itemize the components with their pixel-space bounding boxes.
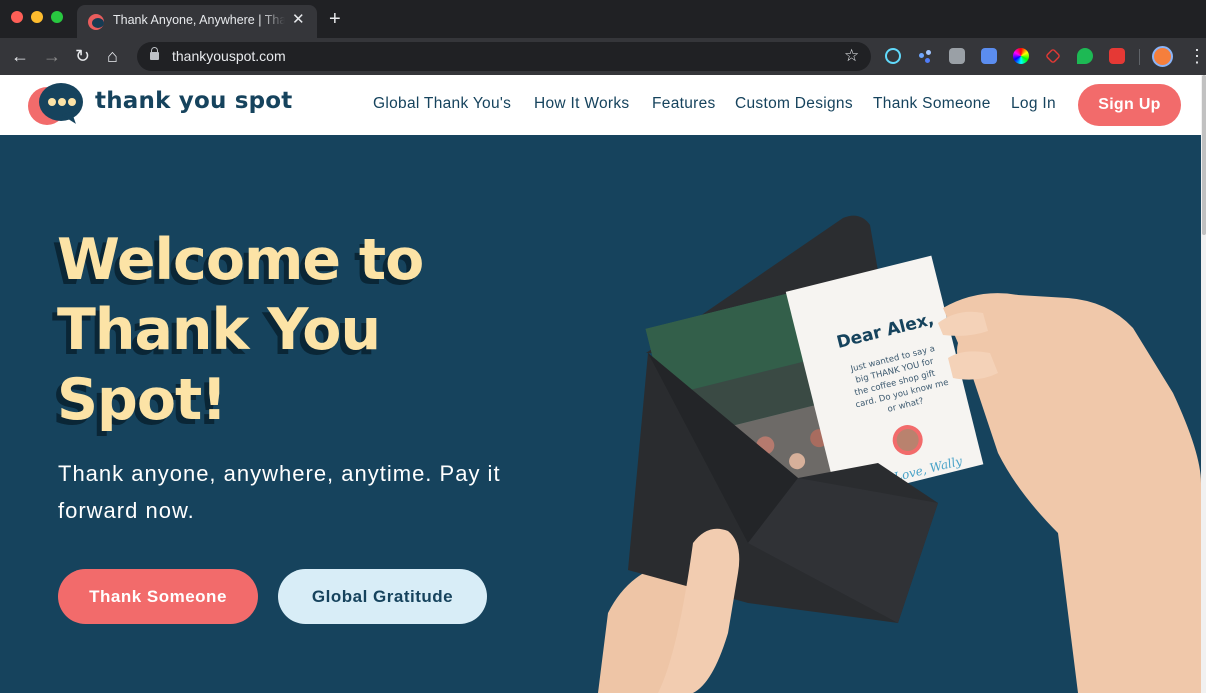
url-text[interactable]: thankyouspot.com [172, 48, 286, 64]
hero-card-envelope-illustration: Dear Alex, Just wanted to say a big THAN… [598, 215, 1201, 693]
close-window-button[interactable] [11, 11, 23, 23]
logo-text[interactable]: thank you spot [95, 88, 293, 114]
global-gratitude-button[interactable]: Global Gratitude [278, 569, 487, 624]
reload-icon[interactable]: ↻ [75, 45, 90, 67]
tab-close-icon[interactable]: ✕ [292, 11, 305, 29]
nav-how-it-works[interactable]: How It Works [534, 95, 629, 113]
at-sign-extension-icon[interactable] [949, 48, 965, 64]
sign-up-button[interactable]: Sign Up [1078, 84, 1181, 126]
hero-subtitle: Thank anyone, anywhere, anytime. Pay it … [58, 461, 501, 523]
minimize-window-button[interactable] [31, 11, 43, 23]
forward-arrow-icon[interactable]: → [43, 45, 61, 67]
hero-title-line: Welcome to [57, 227, 424, 293]
new-tab-button[interactable]: + [329, 8, 341, 30]
back-arrow-icon[interactable]: ← [11, 45, 29, 67]
site-header: thank you spot Global Thank You's How It… [0, 75, 1201, 135]
note-extension-icon[interactable] [981, 48, 997, 64]
address-bar[interactable]: thankyouspot.com ☆ [137, 42, 871, 71]
heart-extension-icon[interactable] [1045, 48, 1061, 64]
nav-thank-someone[interactable]: Thank Someone [873, 95, 991, 113]
hero-title-line: Spot! [57, 367, 227, 433]
speech-bubble-logo-icon[interactable] [28, 81, 84, 131]
bookmark-star-icon[interactable]: ☆ [844, 45, 859, 67]
hero-title: Welcome to Thank You Spot! [57, 225, 557, 435]
browser-tab-bar: Thank Anyone, Anywhere | Thank You Spot … [0, 0, 1206, 38]
nav-global-thank-yous[interactable]: Global Thank You's [373, 95, 511, 113]
favicon-icon [88, 14, 104, 30]
browser-toolbar: ← → ↻ ⌂ thankyouspot.com ☆ ⋮ [0, 38, 1206, 75]
scrollbar-thumb[interactable] [1202, 75, 1206, 235]
dots-extension-icon[interactable] [917, 48, 933, 64]
web-page: thank you spot Global Thank You's How It… [0, 75, 1201, 693]
home-icon[interactable]: ⌂ [107, 45, 118, 67]
browser-tab[interactable]: Thank Anyone, Anywhere | Thank You Spot … [77, 5, 317, 38]
thank-someone-button[interactable]: Thank Someone [58, 569, 258, 624]
color-picker-extension-icon[interactable] [1013, 48, 1029, 64]
page-scrollbar[interactable] [1201, 75, 1206, 693]
hero-title-line: Thank You [57, 297, 381, 363]
nav-log-in[interactable]: Log In [1011, 95, 1056, 113]
nav-features[interactable]: Features [652, 95, 716, 113]
maximize-window-button[interactable] [51, 11, 63, 23]
toolbar-divider [1139, 49, 1140, 65]
tab-title: Thank Anyone, Anywhere | Thank You Spot [113, 13, 285, 27]
lock-icon[interactable] [150, 47, 159, 60]
play-extension-icon[interactable] [1109, 48, 1125, 64]
kebab-menu-icon[interactable]: ⋮ [1188, 46, 1206, 66]
nav-custom-designs[interactable]: Custom Designs [735, 95, 853, 113]
profile-avatar[interactable] [1152, 46, 1173, 67]
react-devtools-extension-icon[interactable] [885, 48, 901, 64]
leaf-extension-icon[interactable] [1077, 48, 1093, 64]
